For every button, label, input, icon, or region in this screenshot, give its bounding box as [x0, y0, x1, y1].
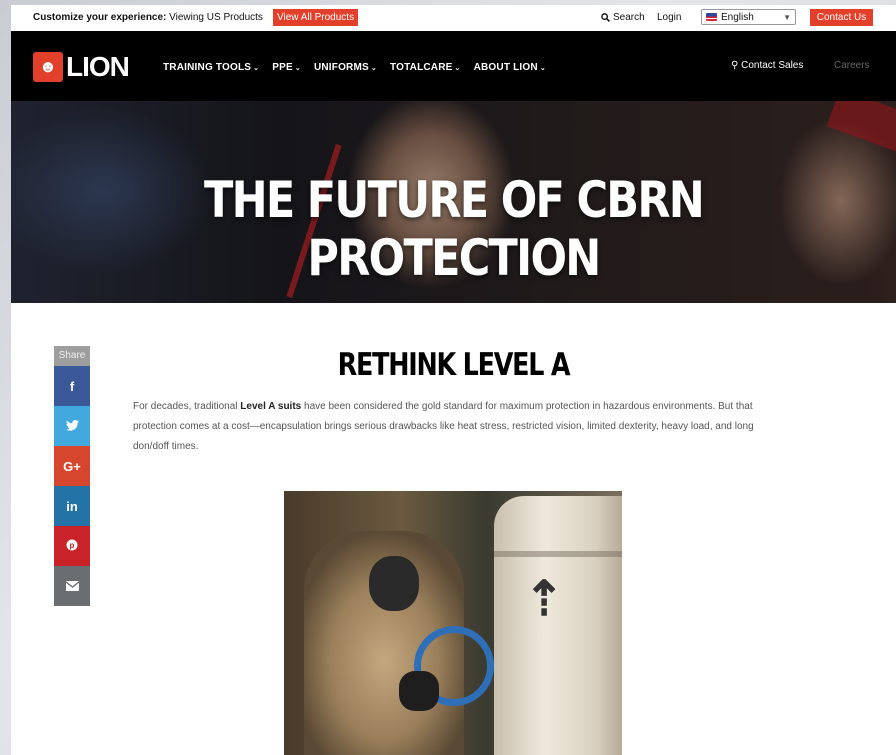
view-all-products-button[interactable]: View All Products [273, 9, 359, 26]
photo-pipe-band [494, 551, 622, 557]
nav-item-totalcare[interactable]: TOTALCARE ⌄ [390, 62, 461, 73]
chevron-down-icon: ⌄ [253, 65, 260, 72]
lion-head-icon: ☻ [33, 52, 63, 82]
contact-sales-link[interactable]: ⚲ Contact Sales [731, 60, 803, 71]
utility-bar: Customize your experience: Viewing US Pr… [11, 5, 896, 31]
us-flag-icon [706, 13, 717, 21]
share-bar: Share f G+ in p [54, 346, 90, 606]
contact-us-button[interactable]: Contact Us [810, 9, 873, 26]
google-plus-share-button[interactable]: G+ [54, 446, 90, 486]
intro-paragraph: For decades, traditional Level A suits h… [133, 401, 754, 452]
nav-item-about-lion[interactable]: ABOUT LION ⌄ [474, 62, 546, 73]
hero-banner: THE FUTURE OF CBRN PROTECTION [11, 101, 896, 303]
photo-respirator [369, 556, 419, 611]
chevron-down-icon: ⌄ [454, 65, 461, 72]
page-frame: Customize your experience: Viewing US Pr… [11, 5, 896, 755]
login-link[interactable]: Login [657, 12, 681, 23]
nav-item-ppe[interactable]: PPE ⌄ [272, 62, 301, 73]
nav-menu: TRAINING TOOLS ⌄ PPE ⌄ UNIFORMS ⌄ TOTALCARE… [163, 62, 546, 73]
language-select[interactable]: English ▼ [701, 9, 796, 25]
viewing-region: Viewing US Products [169, 12, 263, 23]
chevron-down-icon: ⌄ [539, 65, 546, 72]
chevron-down-icon: ⌄ [294, 65, 301, 72]
chevron-down-icon: ▼ [783, 12, 791, 22]
hero-title: THE FUTURE OF CBRN PROTECTION [203, 171, 705, 287]
lion-logo[interactable]: ☻ LION [33, 51, 130, 83]
map-pin-icon: ⚲ [731, 60, 739, 71]
customize-text: Customize your experience: Viewing US Pr… [33, 12, 263, 23]
svg-text:p: p [70, 541, 75, 550]
level-a-suits-highlight: Level A suits [240, 401, 302, 412]
search-link[interactable]: Search [601, 12, 645, 23]
main-nav: ☻ LION TRAINING TOOLS ⌄ PPE ⌄ UNIFORMS ⌄ TO… [11, 31, 896, 101]
search-icon [601, 13, 610, 22]
facebook-icon: f [69, 378, 75, 394]
facebook-share-button[interactable]: f [54, 366, 90, 406]
share-label: Share [54, 346, 90, 366]
twitter-icon [65, 419, 79, 434]
nav-item-training-tools[interactable]: TRAINING TOOLS ⌄ [163, 62, 259, 73]
section-title: RETHINK LEVEL A [337, 347, 571, 383]
email-icon [65, 579, 79, 594]
linkedin-share-button[interactable]: in [54, 486, 90, 526]
pinterest-icon: p [66, 539, 78, 554]
chevron-down-icon: ⌄ [370, 65, 377, 72]
twitter-share-button[interactable] [54, 406, 90, 446]
email-share-button[interactable] [54, 566, 90, 606]
google-plus-icon: G+ [63, 458, 81, 474]
up-arrow-marking: ⇡ [524, 573, 565, 626]
cbrn-suit-photo: ⇡ [284, 491, 622, 755]
nav-item-uniforms[interactable]: UNIFORMS ⌄ [314, 62, 377, 73]
linkedin-icon: in [66, 498, 78, 514]
pinterest-share-button[interactable]: p [54, 526, 90, 566]
logo-text: LION [66, 51, 130, 82]
photo-glove [399, 671, 439, 711]
careers-link[interactable]: Careers [834, 60, 870, 71]
